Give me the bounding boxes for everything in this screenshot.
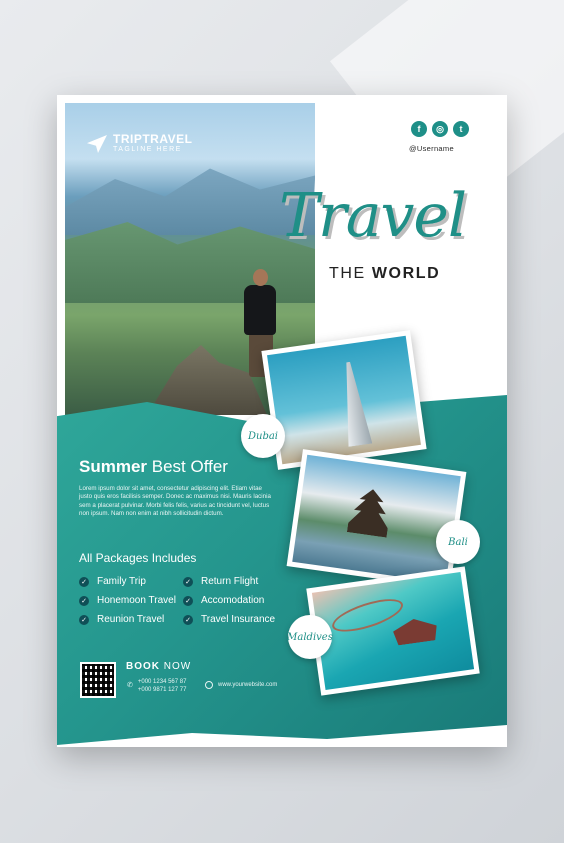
brand-name: TRIPTRAVEL [113, 132, 193, 146]
phone-icon: ✆ [127, 682, 133, 689]
label-dubai: Dubai [241, 414, 285, 458]
package-label: Accomodation [201, 595, 265, 606]
dubai-photo [267, 335, 421, 465]
package-label: Family Trip [97, 576, 146, 587]
brand-logo: TRIPTRAVEL TAGLINE HERE [87, 133, 192, 153]
social-username: @Username [409, 144, 454, 153]
phone-numbers: ✆ +000 1234 567 87 +000 9871 127 77 [127, 678, 186, 694]
globe-icon [205, 681, 213, 689]
package-item: ✓ Return Flight [183, 575, 275, 588]
website-url[interactable]: www.yourwebsite.com [218, 682, 277, 688]
check-icon: ✓ [183, 614, 193, 625]
offer-title: Summer Best Offer [79, 457, 228, 477]
website: www.yourwebsite.com [205, 681, 277, 689]
temple-pagoda [347, 486, 393, 537]
phone-number-2[interactable]: +000 9871 127 77 [138, 686, 187, 694]
travel-flyer: TRIPTRAVEL TAGLINE HERE f ◎ t @Username … [57, 95, 507, 747]
package-label: Return Flight [201, 576, 259, 587]
photo-card-dubai [261, 330, 427, 470]
package-item: ✓ Family Trip [79, 575, 176, 588]
brand-tagline: TAGLINE HERE [113, 146, 182, 153]
book-bold: BOOK [126, 661, 160, 672]
check-icon: ✓ [183, 576, 193, 587]
photo-card-bali [286, 449, 467, 589]
packages-title: All Packages Includes [79, 551, 197, 565]
maldives-photo [311, 572, 475, 690]
qr-pattern [82, 664, 114, 696]
twitter-icon[interactable]: t [453, 121, 469, 137]
headline-the: THE [329, 265, 372, 282]
water-villa [392, 616, 439, 646]
paper-plane-icon [87, 135, 107, 153]
bali-photo [292, 454, 461, 584]
check-icon: ✓ [183, 595, 193, 606]
label-bali: Bali [436, 520, 480, 564]
social-icons: f ◎ t [411, 121, 469, 137]
headline-travel: Travel [279, 181, 467, 251]
phone-number-1[interactable]: +000 1234 567 87 [138, 678, 187, 686]
label-maldives: Maldives [287, 615, 333, 659]
packages-column-1: ✓ Family Trip ✓ Honemoon Travel ✓ Reunion T… [79, 575, 176, 626]
facebook-icon[interactable]: f [411, 121, 427, 137]
burj-al-arab-tower [337, 360, 372, 447]
package-item: ✓ Accomodation [183, 594, 275, 607]
offer-title-rest: Best Offer [147, 457, 228, 476]
package-label: Reunion Travel [97, 614, 165, 625]
book-rest: NOW [160, 661, 192, 672]
check-icon: ✓ [79, 595, 89, 606]
package-label: Honemoon Travel [97, 595, 176, 606]
package-item: ✓ Reunion Travel [79, 613, 176, 626]
packages-column-2: ✓ Return Flight ✓ Accomodation ✓ Travel Ins… [183, 575, 275, 626]
headline-the-world: THE WORLD [329, 265, 440, 283]
check-icon: ✓ [79, 576, 89, 587]
hiker-head [253, 269, 268, 286]
headline-world: WORLD [371, 265, 441, 282]
hiker-body [244, 285, 276, 335]
offer-body-text: Lorem ipsum dolor sit amet, consectetur … [79, 485, 271, 518]
offer-title-bold: Summer [79, 457, 148, 476]
book-now-heading: BOOK NOW [126, 661, 191, 672]
check-icon: ✓ [79, 614, 89, 625]
package-label: Travel Insurance [201, 614, 276, 625]
qr-code[interactable] [80, 662, 116, 698]
package-item: ✓ Travel Insurance [183, 613, 275, 626]
instagram-icon[interactable]: ◎ [432, 121, 448, 137]
package-item: ✓ Honemoon Travel [79, 594, 176, 607]
